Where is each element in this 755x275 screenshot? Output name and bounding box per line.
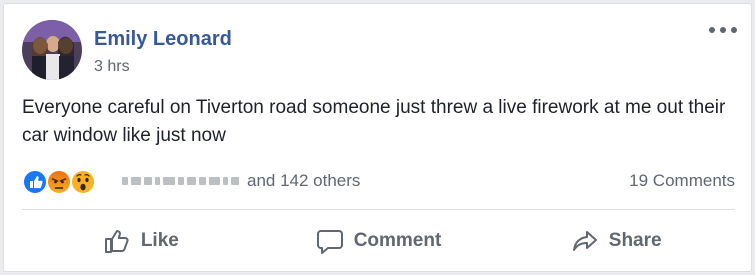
post-timestamp[interactable]: 3 hrs [94, 58, 130, 76]
redacted-names [122, 177, 239, 185]
like-button[interactable]: Like [22, 218, 260, 264]
post-actions: Like Comment Share [22, 218, 735, 264]
comments-count[interactable]: 19 Comments [629, 171, 735, 191]
reactions-summary[interactable]: and 142 others [22, 167, 360, 195]
like-reaction-icon [22, 169, 48, 195]
share-button[interactable]: Share [497, 218, 735, 264]
angry-reaction-icon [46, 169, 72, 195]
more-options-icon[interactable] [709, 22, 737, 38]
like-label: Like [140, 230, 179, 251]
share-icon [572, 231, 597, 251]
reactions-others-text[interactable]: and 142 others [247, 171, 360, 191]
reaction-icons [22, 167, 100, 195]
comment-label: Comment [353, 230, 442, 251]
post-text: Everyone careful on Tiverton road someon… [22, 97, 726, 146]
avatar[interactable] [22, 20, 82, 80]
post-author-name[interactable]: Emily Leonard [94, 28, 232, 51]
thumbs-up-icon [104, 230, 129, 253]
post-card: Emily Leonard 3 hrs Everyone careful on … [3, 3, 752, 272]
wow-reaction-icon [70, 169, 96, 195]
share-label: Share [608, 230, 662, 251]
divider [22, 209, 735, 210]
comment-icon [316, 230, 343, 254]
comment-button[interactable]: Comment [260, 218, 498, 264]
